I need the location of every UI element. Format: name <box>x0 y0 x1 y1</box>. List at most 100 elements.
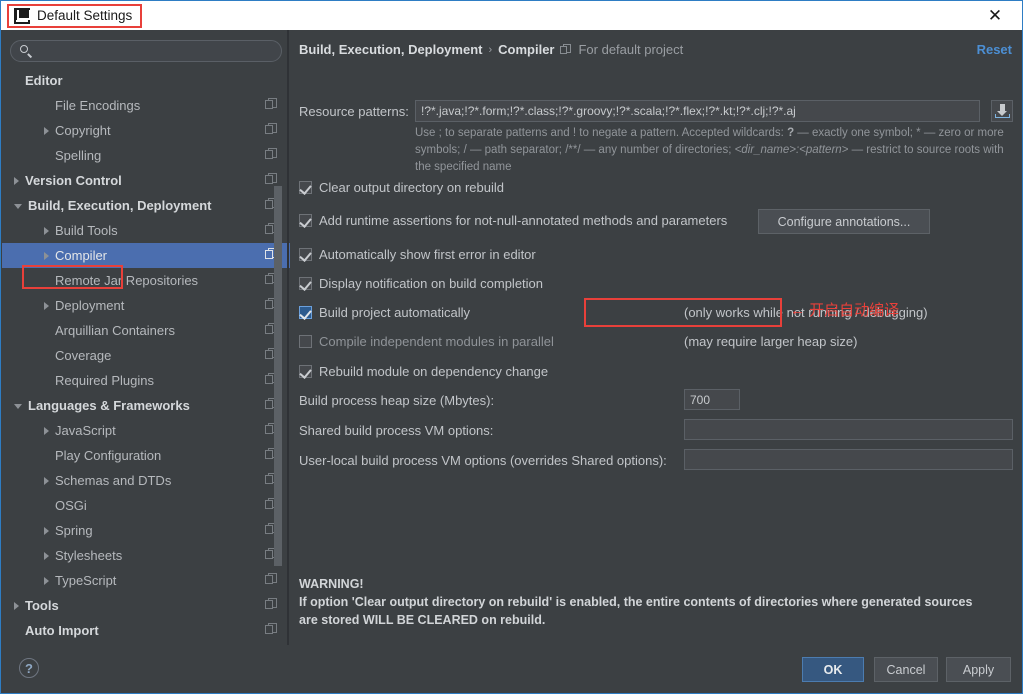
sidebar-item-label: OSGi <box>55 498 87 513</box>
sidebar-item-label: Auto Import <box>25 623 99 638</box>
sidebar-item-editor[interactable]: Editor <box>2 68 290 93</box>
warning-line-2: are stored WILL BE CLEARED on rebuild. <box>299 613 546 627</box>
spacer-icon <box>44 277 49 285</box>
resource-patterns-hint: Use ; to separate patterns and ! to nega… <box>415 125 1011 176</box>
sidebar-item-build-tools[interactable]: Build Tools <box>2 218 290 243</box>
chevron-right-icon[interactable] <box>14 176 19 185</box>
sidebar-item-auto-import[interactable]: Auto Import <box>2 618 290 640</box>
chevron-right-icon[interactable] <box>44 426 49 435</box>
copy-settings-icon[interactable] <box>265 598 278 611</box>
sidebar-item-label: TypeScript <box>55 573 117 588</box>
sidebar-item-deployment[interactable]: Deployment <box>2 293 290 318</box>
checkbox-clear-output-directory[interactable]: Clear output directory on rebuild <box>299 180 504 195</box>
apply-button[interactable]: Apply <box>946 657 1011 682</box>
sidebar-item-remote-jar-repositories[interactable]: Remote Jar Repositories <box>2 268 290 293</box>
resource-patterns-input[interactable] <box>415 100 980 122</box>
checkbox-box[interactable] <box>299 214 312 227</box>
help-icon[interactable]: ? <box>19 658 39 678</box>
copy-settings-icon[interactable] <box>265 573 278 586</box>
sidebar-item-spring[interactable]: Spring <box>2 518 290 543</box>
breadcrumb-separator: › <box>488 43 493 56</box>
search-box <box>10 40 282 62</box>
settings-tree[interactable]: Editor File Encodings Copyright Spelling Ver… <box>2 68 290 640</box>
warning-line-1: If option 'Clear output directory on reb… <box>299 595 973 609</box>
copy-settings-icon[interactable] <box>265 148 278 161</box>
cancel-button[interactable]: Cancel <box>874 657 938 682</box>
copy-settings-icon[interactable] <box>265 123 278 136</box>
chevron-right-icon[interactable] <box>14 601 19 610</box>
sidebar-item-javascript[interactable]: JavaScript <box>2 418 290 443</box>
sidebar-item-spelling[interactable]: Spelling <box>2 143 290 168</box>
search-input[interactable] <box>10 40 282 62</box>
shared-vm-options-input[interactable] <box>684 419 1013 440</box>
chevron-right-icon[interactable] <box>44 551 49 560</box>
checkbox-build-project-automatically[interactable]: Build project automatically <box>299 305 470 320</box>
chevron-right-icon[interactable] <box>44 301 49 310</box>
sidebar-item-version-control[interactable]: Version Control <box>2 168 290 193</box>
checkbox-box[interactable] <box>299 306 312 319</box>
chevron-down-icon[interactable] <box>14 404 22 409</box>
sidebar-item-languages-frameworks[interactable]: Languages & Frameworks <box>2 393 290 418</box>
chevron-right-icon[interactable] <box>44 226 49 235</box>
sidebar-item-label: Languages & Frameworks <box>28 398 190 413</box>
sidebar-item-label: Tools <box>25 598 59 613</box>
copy-settings-icon[interactable] <box>265 173 278 186</box>
chevron-right-icon[interactable] <box>44 576 49 585</box>
sidebar-item-coverage[interactable]: Coverage <box>2 343 290 368</box>
checkbox-box[interactable] <box>299 248 312 261</box>
hint-dir-pattern: <dir_name>:<pattern> <box>734 144 849 156</box>
sidebar-item-osgi[interactable]: OSGi <box>2 493 290 518</box>
breadcrumb-scope-text: For default project <box>578 42 684 57</box>
sidebar-item-label: Coverage <box>55 348 112 363</box>
sidebar-item-label: Editor <box>25 73 63 88</box>
chevron-right-icon[interactable] <box>44 526 49 535</box>
configure-annotations-button[interactable]: Configure annotations... <box>758 209 930 234</box>
sidebar-item-arquillian-containers[interactable]: Arquillian Containers <box>2 318 290 343</box>
breadcrumb-root: Build, Execution, Deployment <box>299 42 483 57</box>
ok-button[interactable]: OK <box>802 657 864 682</box>
sidebar-item-label: Arquillian Containers <box>55 323 175 338</box>
sidebar-scrollbar[interactable] <box>274 186 282 566</box>
heap-size-input[interactable] <box>684 389 740 410</box>
chevron-right-icon[interactable] <box>44 126 49 135</box>
checkbox-label: Compile independent modules in parallel <box>319 334 554 349</box>
sidebar-item-compiler[interactable]: Compiler <box>2 243 290 268</box>
checkbox-show-first-error[interactable]: Automatically show first error in editor <box>299 247 536 262</box>
heap-size-label: Build process heap size (Mbytes): <box>299 393 495 408</box>
copy-settings-icon[interactable] <box>265 623 278 636</box>
settings-sidebar: Editor File Encodings Copyright Spelling Ver… <box>2 30 290 645</box>
sidebar-item-label: Spring <box>55 523 93 538</box>
checkbox-display-notification[interactable]: Display notification on build completion <box>299 276 543 291</box>
sidebar-item-file-encodings[interactable]: File Encodings <box>2 93 290 118</box>
sidebar-item-copyright[interactable]: Copyright <box>2 118 290 143</box>
sidebar-item-play-configuration[interactable]: Play Configuration <box>2 443 290 468</box>
sidebar-item-label: Spelling <box>55 148 102 163</box>
sidebar-item-label: Version Control <box>25 173 122 188</box>
sidebar-item-required-plugins[interactable]: Required Plugins <box>2 368 290 393</box>
sidebar-item-label: Remote Jar Repositories <box>55 273 199 288</box>
checkbox-add-runtime-assertions[interactable]: Add runtime assertions for not-null-anno… <box>299 213 727 228</box>
sidebar-item-label: Deployment <box>55 298 125 313</box>
close-icon[interactable]: ✕ <box>974 1 1016 30</box>
chevron-right-icon[interactable] <box>44 251 49 260</box>
chevron-right-icon[interactable] <box>44 476 49 485</box>
sidebar-item-typescript[interactable]: TypeScript <box>2 568 290 593</box>
import-icon[interactable] <box>991 100 1013 122</box>
compiler-settings-panel: Build, Execution, Deployment › Compiler … <box>290 30 1022 645</box>
reset-link[interactable]: Reset <box>977 42 1012 57</box>
checkbox-compile-independent-modules[interactable]: Compile independent modules in parallel <box>299 334 554 349</box>
checkbox-rebuild-module-on-dependency-change[interactable]: Rebuild module on dependency change <box>299 364 548 379</box>
user-local-vm-options-input[interactable] <box>684 449 1013 470</box>
checkbox-box[interactable] <box>299 365 312 378</box>
chevron-down-icon[interactable] <box>14 204 22 209</box>
breadcrumb-leaf: Compiler <box>498 42 555 57</box>
checkbox-box[interactable] <box>299 335 312 348</box>
sidebar-item-schemas-and-dtds[interactable]: Schemas and DTDs <box>2 468 290 493</box>
warning-title: WARNING! <box>299 577 364 591</box>
checkbox-box[interactable] <box>299 277 312 290</box>
checkbox-box[interactable] <box>299 181 312 194</box>
sidebar-item-tools[interactable]: Tools <box>2 593 290 618</box>
sidebar-item-build-execution-deployment[interactable]: Build, Execution, Deployment <box>2 193 290 218</box>
sidebar-item-stylesheets[interactable]: Stylesheets <box>2 543 290 568</box>
copy-settings-icon[interactable] <box>265 98 278 111</box>
